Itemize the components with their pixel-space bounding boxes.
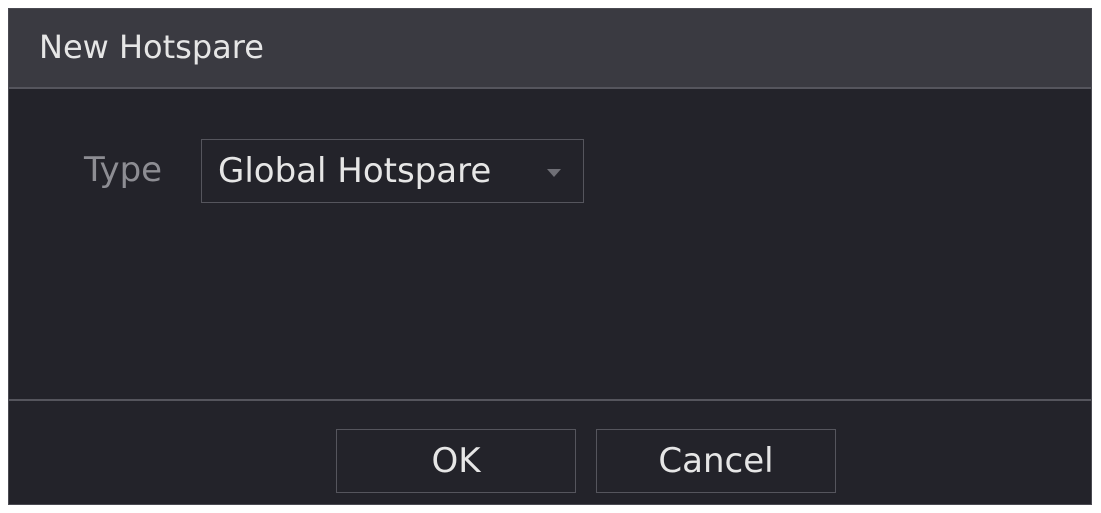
dialog-title-bar[interactable]: New Hotspare [9,9,1091,89]
chevron-down-icon [547,169,561,177]
footer-divider [9,399,1091,401]
new-hotspare-dialog: New Hotspare Type Global Hotspare OK Can… [8,8,1092,505]
cancel-button-label: Cancel [658,441,774,481]
type-label: Type [84,150,163,190]
type-select-value: Global Hotspare [218,151,492,191]
dialog-title: New Hotspare [39,28,264,66]
ok-button[interactable]: OK [336,429,576,493]
type-select[interactable]: Global Hotspare [201,139,584,203]
ok-button-label: OK [431,441,481,481]
cancel-button[interactable]: Cancel [596,429,836,493]
